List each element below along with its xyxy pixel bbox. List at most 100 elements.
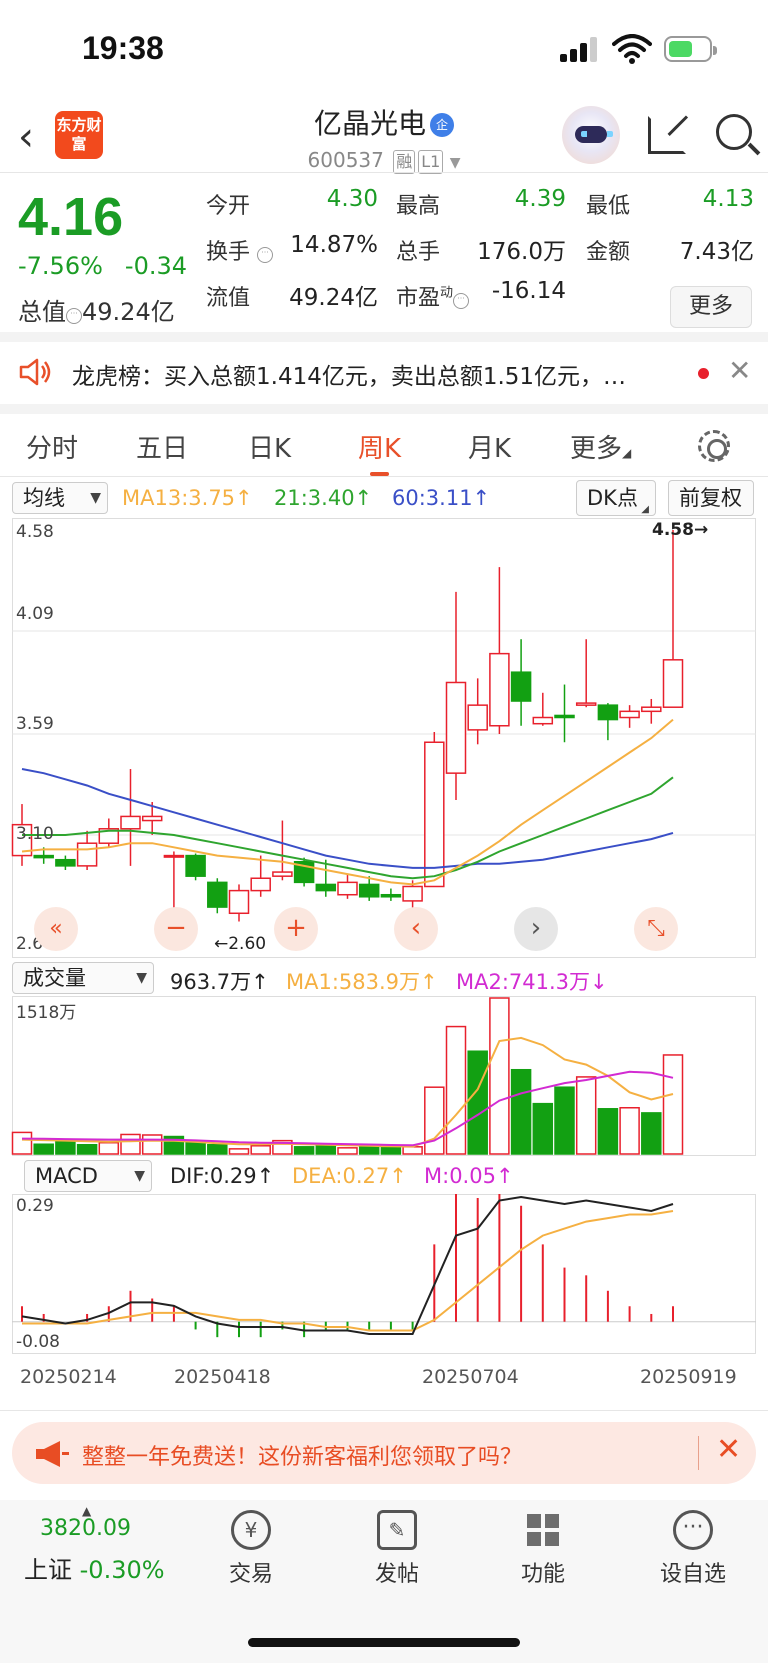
- info-icon[interactable]: ···: [453, 293, 470, 309]
- indicator-select[interactable]: 均线 ▼: [12, 482, 108, 514]
- price-change: -7.56% -0.34: [18, 252, 209, 280]
- volume-bar: [33, 1143, 54, 1155]
- info-icon[interactable]: ···: [66, 308, 82, 324]
- margin-tag: 融: [393, 150, 416, 174]
- nav-functions-label: 功能: [520, 1562, 565, 1587]
- candle-body: [358, 883, 380, 898]
- total-value-amount: 49.24亿: [82, 298, 175, 326]
- candle-body: [141, 815, 163, 822]
- low-value: 4.13: [702, 186, 754, 212]
- high-marker: 4.58→: [652, 520, 709, 540]
- level-tag: L1: [418, 150, 444, 174]
- promo-banner[interactable]: 整整一年免费送！这份新客福利您领取了吗？ ✕: [12, 1422, 756, 1484]
- candle-body: [402, 885, 423, 902]
- fullscreen-button[interactable]: ⤡: [634, 907, 678, 951]
- quote-panel: 4.16 -7.56% -0.34 总值 ··· 49.24亿 今开 4.30 最高 …: [0, 180, 768, 340]
- pe-label: 市盈动 ···: [396, 280, 470, 312]
- tab-intraday[interactable]: 分时: [26, 428, 78, 465]
- float-value-label: 流值: [206, 286, 251, 311]
- tab-daily-k[interactable]: 日K: [248, 428, 291, 465]
- macd-top-tick: 0.29: [16, 1196, 54, 1216]
- candle-body: [163, 854, 185, 858]
- candle-body: [641, 706, 662, 713]
- scroll-fast-left-button[interactable]: «: [34, 907, 78, 951]
- dragon-tiger-notice[interactable]: 龙虎榜：买入总额1.414亿元，卖出总额1.51亿元，… ✕: [0, 342, 768, 404]
- ma60-legend: 60:3.11↑: [392, 486, 491, 510]
- macd-indicator-select[interactable]: MACD ▼: [24, 1160, 152, 1192]
- megaphone-icon: [36, 1441, 69, 1467]
- battery-icon: [664, 36, 717, 62]
- dk-point-button[interactable]: DK点 ◢: [576, 480, 656, 516]
- candle-body: [55, 858, 76, 867]
- search-icon[interactable]: [716, 114, 752, 150]
- scroll-right-button[interactable]: ›: [514, 907, 558, 951]
- volume-bar: [510, 1068, 532, 1155]
- candle-body: [597, 704, 619, 721]
- volume-bar: [424, 1086, 445, 1155]
- volume-chart[interactable]: [0, 996, 768, 1156]
- tab-more[interactable]: 更多◢: [570, 428, 631, 465]
- nav-trade-label: 交易: [228, 1562, 273, 1587]
- settings-gear-icon[interactable]: [698, 430, 730, 462]
- price-tick-0: 4.58: [16, 522, 54, 542]
- macd-dif: DIF:0.29↑: [170, 1164, 275, 1188]
- tab-weekly-k[interactable]: 周K: [358, 428, 401, 476]
- share-icon[interactable]: [648, 116, 686, 154]
- nav-post-label: 发帖: [374, 1562, 419, 1587]
- tab-five-day[interactable]: 五日: [136, 428, 188, 465]
- zoom-in-button[interactable]: +: [274, 907, 318, 951]
- volume-bar: [554, 1086, 575, 1155]
- candle-body: [337, 881, 358, 896]
- stock-name: 亿晶光电: [313, 107, 426, 140]
- volume-ma2: MA2:741.3万↓: [456, 970, 608, 994]
- volume-current: 963.7万↑: [170, 970, 269, 994]
- kline-chart[interactable]: [0, 518, 768, 958]
- macd-select-label: MACD: [35, 1164, 98, 1188]
- tab-monthly-k[interactable]: 月K: [468, 428, 511, 465]
- candle-body: [380, 893, 402, 898]
- close-icon[interactable]: ✕: [728, 354, 751, 387]
- volume-max-tick: 1518万: [16, 1003, 77, 1023]
- candle-body: [554, 714, 575, 719]
- candle-body: [575, 702, 597, 706]
- close-icon[interactable]: ✕: [716, 1432, 741, 1467]
- total-value-label: 总值: [18, 298, 66, 326]
- info-icon[interactable]: ···: [257, 247, 274, 263]
- macd-chart[interactable]: [0, 1194, 768, 1354]
- nav-functions[interactable]: 功能: [498, 1510, 588, 1588]
- price-tick-2: 3.59: [16, 714, 54, 734]
- status-time: 19:38: [82, 30, 164, 66]
- cellular-signal-icon: [560, 36, 600, 62]
- turnover-label-text: 换手: [206, 240, 251, 265]
- high-label: 最高: [396, 194, 441, 219]
- volume-indicator-select[interactable]: 成交量 ▼: [12, 962, 154, 994]
- candle-body: [445, 681, 467, 774]
- float-value: 49.24亿: [289, 285, 378, 311]
- caret-down-icon[interactable]: ▼: [450, 155, 461, 171]
- nav-trade[interactable]: ¥ 交易: [206, 1510, 296, 1588]
- change-percent: -7.56%: [18, 252, 103, 280]
- volume-bar: [575, 1076, 597, 1155]
- open-label: 今开: [206, 194, 251, 219]
- adjust-button[interactable]: 前复权: [668, 480, 754, 516]
- candle-body: [510, 671, 532, 702]
- home-indicator: [248, 1638, 520, 1647]
- index-value[interactable]: 3820.09: [40, 1516, 131, 1541]
- candle-body: [250, 877, 271, 892]
- volume-bar: [597, 1108, 619, 1155]
- total-value: 总值 ··· 49.24亿: [18, 292, 175, 327]
- candle-body: [424, 741, 445, 888]
- zoom-out-button[interactable]: −: [154, 907, 198, 951]
- nav-watchlist[interactable]: ··· 设自选: [648, 1510, 738, 1588]
- index-info[interactable]: 上证 -0.30%: [24, 1550, 165, 1585]
- change-amount: -0.34: [124, 252, 188, 280]
- amount-label: 金额: [586, 240, 631, 265]
- select-arrow-icon: ▼: [136, 970, 147, 986]
- more-button[interactable]: 更多: [670, 286, 752, 328]
- edit-icon: ✎: [377, 1510, 417, 1550]
- pe-value: -16.14: [491, 278, 566, 304]
- x-date-0: 20250214: [20, 1366, 117, 1388]
- nav-post[interactable]: ✎ 发帖: [352, 1510, 442, 1588]
- ai-assistant-avatar-icon[interactable]: [562, 106, 620, 164]
- scroll-left-button[interactable]: ‹: [394, 907, 438, 951]
